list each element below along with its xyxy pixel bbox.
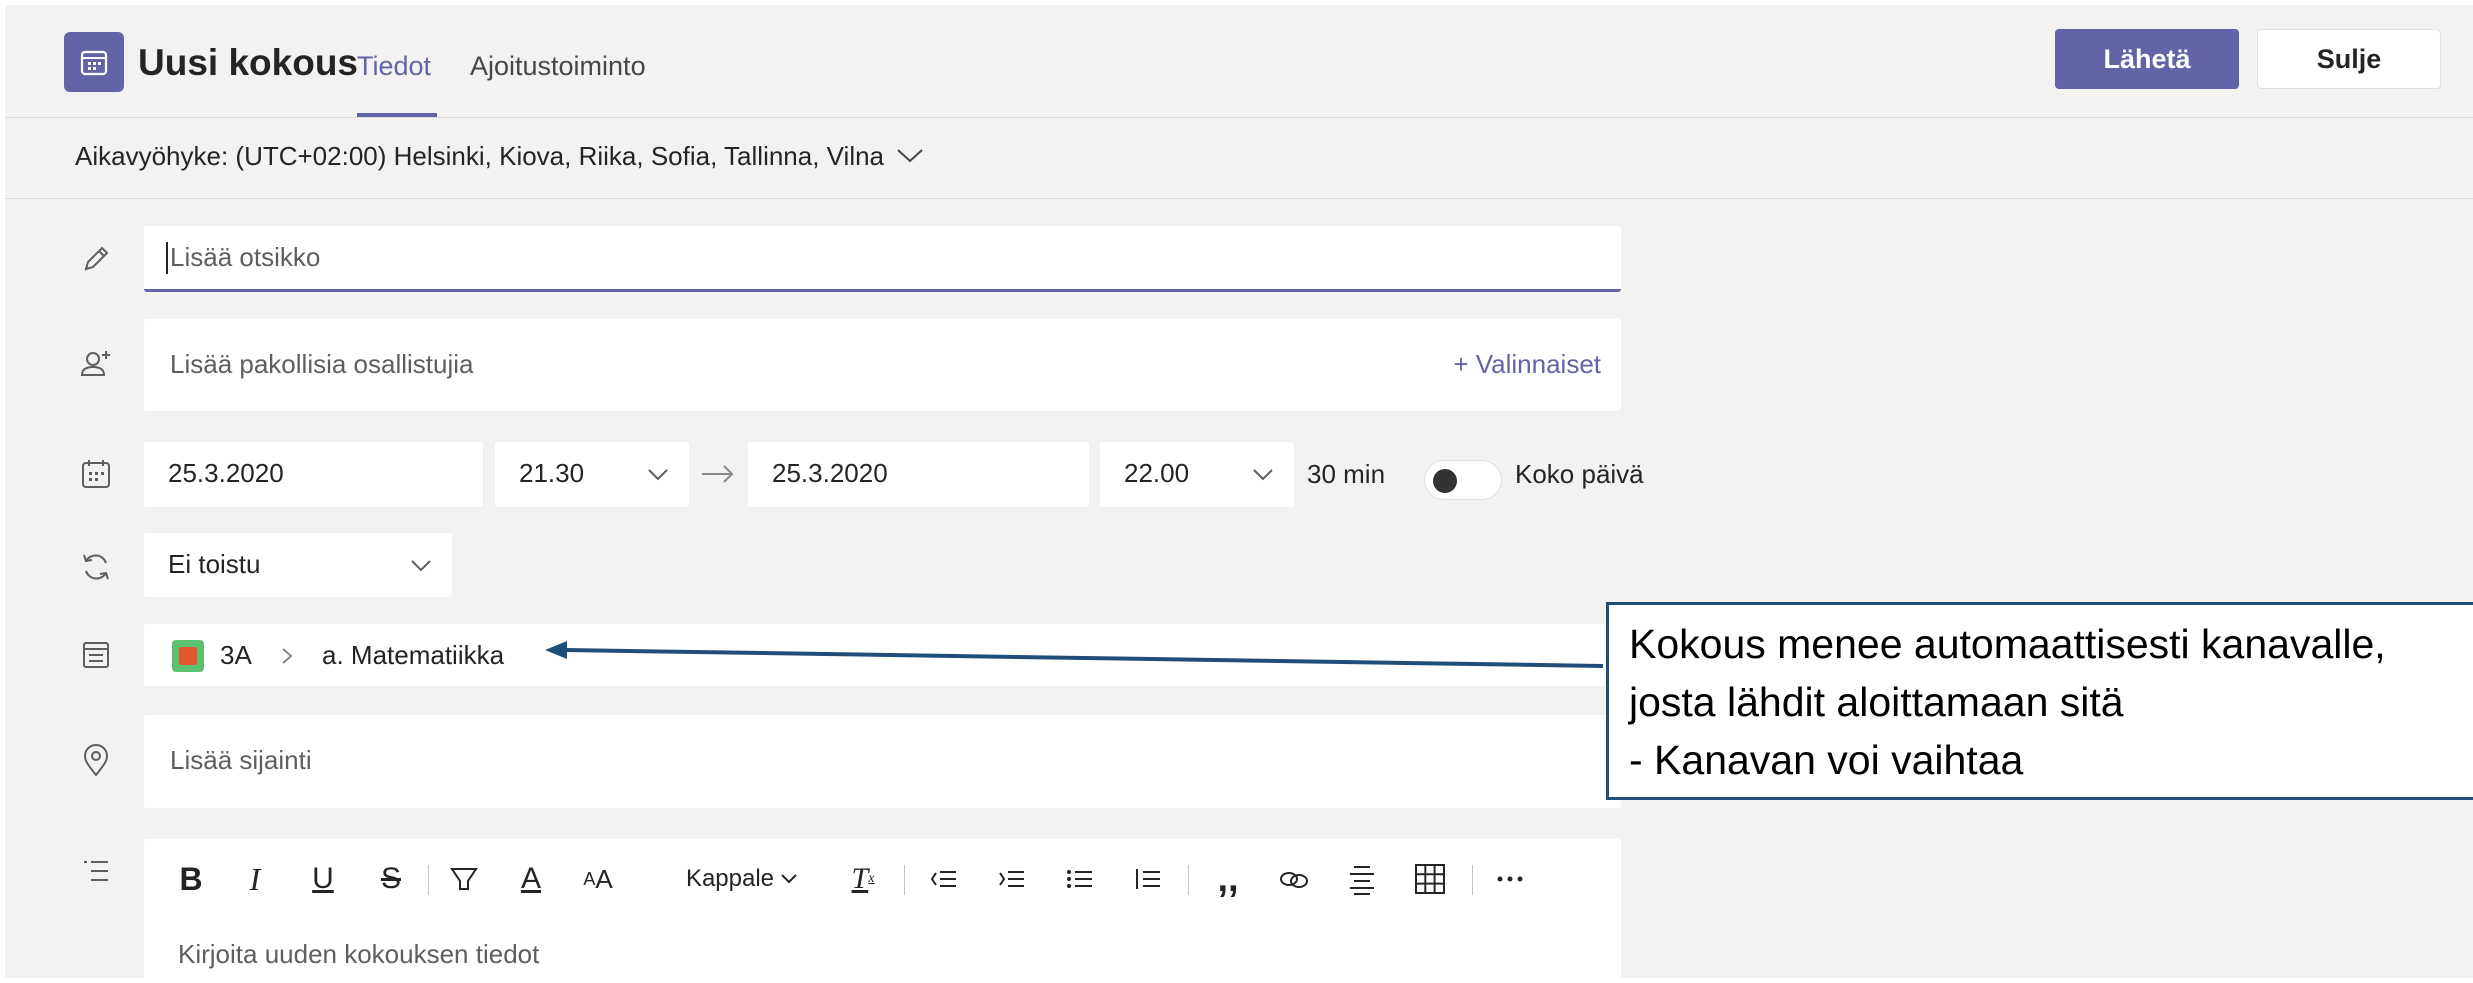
meeting-form-window: Uusi kokous Tiedot Ajoitustoiminto Lähet… <box>5 5 2473 983</box>
callout-line: - Kanavan voi vaihtaa <box>1629 737 2024 783</box>
callout-line: Kokous menee automaattisesti kanavalle, <box>1629 621 2386 667</box>
annotation-callout: Kokous menee automaattisesti kanavalle, … <box>1606 602 2473 800</box>
callout-line: josta lähdit aloittamaan sitä <box>1629 679 2124 725</box>
annotation-arrow <box>545 641 1604 668</box>
